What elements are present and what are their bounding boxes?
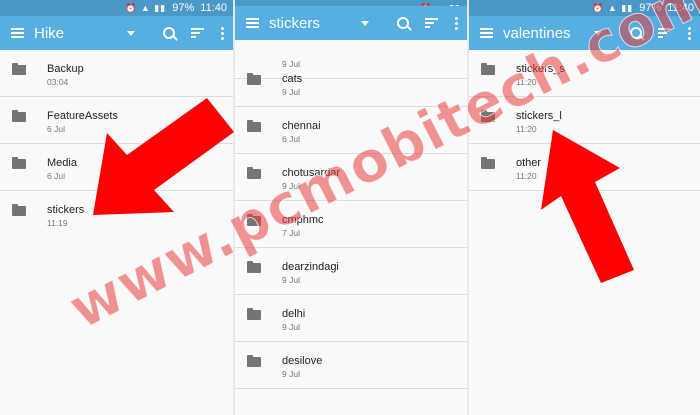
status-bar: ⏰ ▲ ▮▮ 97% 11:40 <box>469 0 700 16</box>
more-vert-icon[interactable] <box>680 16 700 50</box>
item-date: 9 Jul <box>282 275 300 285</box>
search-icon[interactable] <box>155 16 183 50</box>
list-item-cmphmc[interactable]: cmphmc 7 Jul <box>235 201 467 248</box>
folder-icon <box>247 261 261 273</box>
battery-level: 97% <box>639 2 662 14</box>
item-date: 11:20 <box>516 171 537 181</box>
item-name: stickers_s <box>516 63 565 75</box>
item-date: 03:04 <box>47 77 69 87</box>
item-name: cmphmc <box>282 214 324 226</box>
folder-icon <box>247 214 261 226</box>
file-panel-valentines: ⏰ ▲ ▮▮ 97% 11:40 valentines stickers_s 1… <box>469 0 700 415</box>
list-item-chennai[interactable]: chennai 6 Jul <box>235 107 467 154</box>
item-name: desilove <box>282 355 323 367</box>
folder-icon <box>12 157 26 169</box>
hamburger-icon[interactable] <box>0 16 34 50</box>
item-date: 9 Jul <box>282 322 300 332</box>
list-item-stickers[interactable]: stickers 11:19 <box>0 191 233 238</box>
folder-icon <box>247 73 261 85</box>
item-date: 11:20 <box>516 77 537 87</box>
folder-icon <box>481 110 495 122</box>
item-date: 11:19 <box>47 218 68 228</box>
more-vert-icon[interactable] <box>447 6 467 40</box>
item-date: 9 Jul <box>282 181 300 191</box>
folder-list: stickers_s 11:20 stickers_l 11:20 other … <box>469 50 700 415</box>
file-panel-hike: ⏰ ▲ ▮▮ 97% 11:40 Hike Backup 03:04 Featu… <box>0 0 233 415</box>
folder-list: 9 Jul cats 9 Jul chennai 6 Jul chotusard… <box>235 32 467 415</box>
item-name: chennai <box>282 120 321 132</box>
app-bar: valentines <box>469 16 700 50</box>
status-bar: ⏰ ▲ ▮▮ 97% 11:40 <box>0 0 233 16</box>
folder-icon <box>12 110 26 122</box>
item-date: 7 Jul <box>282 228 300 238</box>
list-item-other[interactable]: other 11:20 <box>469 144 700 191</box>
item-date: 6 Jul <box>47 171 65 181</box>
app-bar: stickers <box>235 6 467 40</box>
item-name: stickers <box>47 204 85 216</box>
dropdown-icon[interactable] <box>594 30 602 36</box>
folder-title[interactable]: Hike <box>34 25 127 42</box>
sort-icon[interactable] <box>417 6 447 40</box>
status-icons: ⏰ ▲ ▮▮ <box>592 2 634 13</box>
item-date: 6 Jul <box>282 134 300 144</box>
more-vert-icon[interactable] <box>213 16 233 50</box>
folder-icon <box>481 63 495 75</box>
item-date: 9 Jul <box>282 87 300 97</box>
status-time: 11:40 <box>667 2 694 14</box>
item-name: delhi <box>282 308 306 320</box>
item-name: other <box>516 157 542 169</box>
list-item-backup[interactable]: Backup 03:04 <box>0 50 233 97</box>
item-name: dearzindagi <box>282 261 339 273</box>
folder-icon <box>247 167 261 179</box>
folder-icon <box>247 120 261 132</box>
folder-icon <box>247 355 261 367</box>
folder-icon <box>481 157 495 169</box>
dropdown-icon[interactable] <box>361 20 369 26</box>
item-name: FeatureAssets <box>47 110 118 122</box>
status-time: 11:40 <box>200 2 227 14</box>
list-item-featureassets[interactable]: FeatureAssets 6 Jul <box>0 97 233 144</box>
list-item-desilove[interactable]: desilove 9 Jul <box>235 342 467 389</box>
list-item-chotusardar[interactable]: chotusardar 9 Jul <box>235 154 467 201</box>
folder-icon <box>12 204 26 216</box>
item-name: Media <box>47 157 77 169</box>
status-icons: ⏰ ▲ ▮▮ <box>125 2 167 13</box>
search-icon[interactable] <box>622 16 650 50</box>
file-panel-stickers: 9 Jul cats 9 Jul chennai 6 Jul chotusard… <box>235 0 467 415</box>
search-icon[interactable] <box>389 6 417 40</box>
item-name: chotusardar <box>282 167 341 179</box>
sort-icon[interactable] <box>183 16 213 50</box>
hamburger-icon[interactable] <box>469 16 503 50</box>
hamburger-icon[interactable] <box>235 6 269 40</box>
item-date: 9 Jul <box>282 369 300 379</box>
item-name: stickers_l <box>516 110 562 122</box>
list-item-delhi[interactable]: delhi 9 Jul <box>235 295 467 342</box>
item-date: 6 Jul <box>47 124 65 134</box>
list-item-stickers-l[interactable]: stickers_l 11:20 <box>469 97 700 144</box>
folder-title[interactable]: valentines <box>503 25 594 42</box>
list-item-dearzindagi[interactable]: dearzindagi 9 Jul <box>235 248 467 295</box>
item-name: Backup <box>47 63 84 75</box>
list-item-media[interactable]: Media 6 Jul <box>0 144 233 191</box>
folder-icon <box>12 63 26 75</box>
folder-title[interactable]: stickers <box>269 15 361 32</box>
sort-icon[interactable] <box>650 16 680 50</box>
item-name: cats <box>282 73 303 85</box>
folder-icon <box>247 308 261 320</box>
item-date: 11:20 <box>516 124 537 134</box>
app-bar: Hike <box>0 16 233 50</box>
list-item-cats[interactable]: cats 9 Jul <box>235 60 467 107</box>
battery-level: 97% <box>172 2 195 14</box>
list-item-stickers-s[interactable]: stickers_s 11:20 <box>469 50 700 97</box>
folder-list: Backup 03:04 FeatureAssets 6 Jul Media 6… <box>0 50 233 415</box>
dropdown-icon[interactable] <box>127 30 135 36</box>
